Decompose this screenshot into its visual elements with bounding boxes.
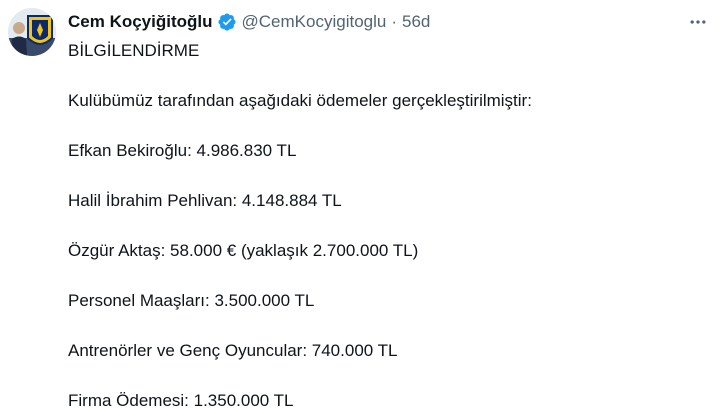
author-handle[interactable]: @CemKocyigitoglu [242,12,387,32]
payment-line: Personel Maaşları: 3.500.000 TL [68,291,315,310]
payment-line: Halil İbrahim Pehlivan: 4.148.884 TL [68,191,342,210]
line-break [68,363,708,388]
payment-line: Efkan Bekiroğlu: 4.986.830 TL [68,141,297,160]
tweet-intro: Kulübümüz tarafından aşağıdaki ödemeler … [68,91,532,110]
separator-dot: · [391,12,398,31]
payment-line: Firma Ödemesi: 1.350.000 TL [68,391,294,410]
line-break [68,213,708,238]
line-break [68,163,708,188]
avatar-image [8,8,56,56]
tweet-heading: BİLGİLENDİRME [68,41,200,60]
avatar[interactable] [8,8,56,56]
payment-line: Antrenörler ve Genç Oyuncular: 740.000 T… [68,341,398,360]
payment-line: Özgür Aktaş: 58.000 € (yaklaşık 2.700.00… [68,241,419,260]
author-name[interactable]: Cem Koçyiğitoğlu [68,12,213,32]
line-break [68,63,708,88]
timestamp[interactable]: 56d [402,12,430,32]
line-break [68,113,708,138]
line-break [68,313,708,338]
tweet-text: BİLGİLENDİRME Kulübümüz tarafından aşağı… [68,38,708,413]
line-break [68,263,708,288]
tweet-header: Cem Koçyiğitoğlu @CemKocyigitoglu · 56d [68,10,430,34]
verified-badge-icon[interactable] [217,12,237,32]
tweet: Cem Koçyiğitoğlu @CemKocyigitoglu · 56d … [0,0,722,419]
more-options-icon[interactable] [686,12,710,32]
